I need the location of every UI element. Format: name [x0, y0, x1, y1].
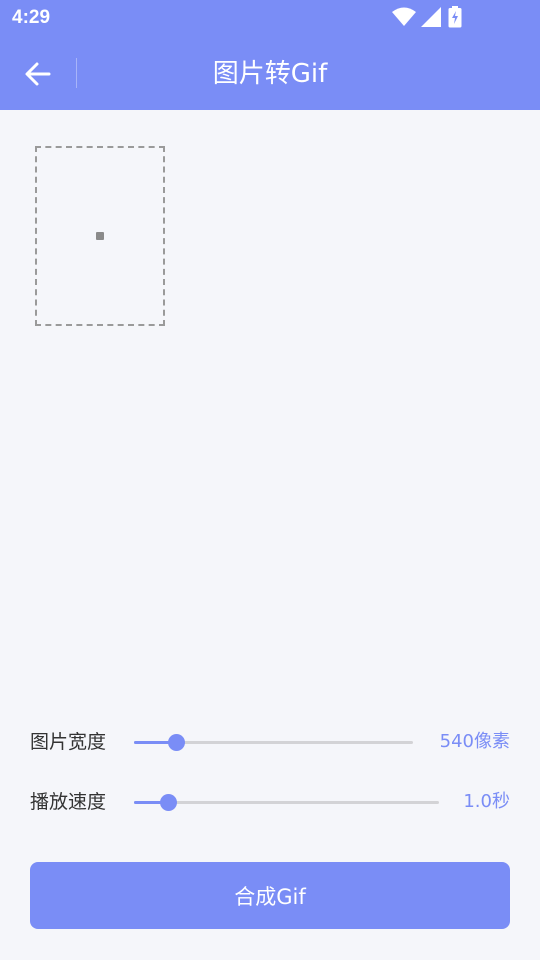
status-bar: 4:29 [0, 0, 540, 38]
compose-gif-button[interactable]: 合成Gif [30, 862, 510, 929]
placeholder-dot [96, 232, 104, 240]
speed-setting-row: 播放速度 1.0秒 [0, 782, 540, 822]
speed-slider-thumb[interactable] [159, 794, 177, 811]
speed-slider[interactable] [134, 794, 439, 811]
status-time: 4:29 [12, 7, 51, 28]
page-title: 图片转Gif [212, 59, 328, 89]
battery-charging-icon [448, 6, 462, 28]
width-label: 图片宽度 [30, 731, 107, 753]
width-value: 540像素 [439, 731, 510, 752]
speed-label: 播放速度 [30, 791, 107, 813]
width-slider-thumb[interactable] [167, 734, 185, 751]
wifi-icon [392, 7, 416, 26]
app-bar: 图片转Gif [0, 38, 540, 110]
speed-value: 1.0秒 [463, 791, 510, 812]
image-placeholder[interactable] [35, 146, 165, 326]
signal-icon [421, 7, 441, 27]
width-setting-row: 图片宽度 540像素 [0, 722, 540, 762]
width-slider[interactable] [134, 734, 413, 751]
